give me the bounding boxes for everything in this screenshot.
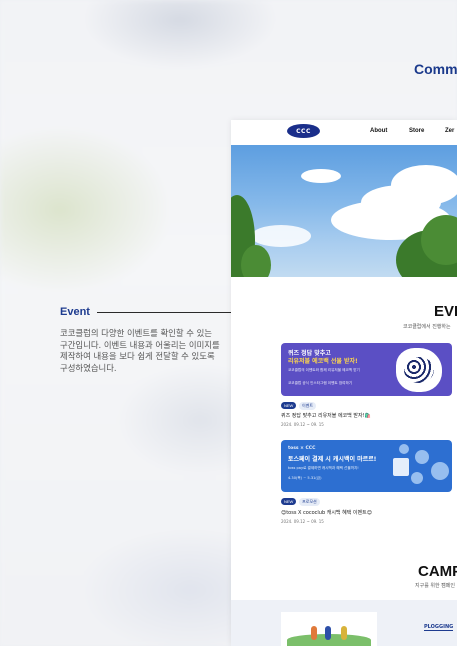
event-section-title: EVE (434, 303, 457, 320)
annotation-label: Event (60, 306, 90, 318)
event-banner-toss[interactable]: toss × CCC 토스페이 결제 시 캐시백이 마르르! toss pay로… (281, 440, 452, 492)
banner-brand: toss × CCC (288, 446, 316, 451)
banner-text: 코코클럽의 이벤트와 함께 리유저블 에코백 받기 (288, 368, 360, 372)
plogging-illustration (281, 612, 377, 646)
nav-item-about[interactable]: About (370, 128, 387, 134)
shopping-bag-image (393, 458, 409, 476)
campaign-area (231, 600, 457, 646)
banner-text: 코코클럽 공식 인스타그램 이벤트 참여하기 (288, 381, 353, 385)
banner-text: toss pay로 결제하면 캐시백과 혜택 선물까지! (288, 466, 359, 470)
new-badge: NEW (281, 498, 297, 505)
nav-item-zero[interactable]: Zer (445, 128, 454, 134)
banner-title-highlight: 리유저블 에코백 선물 받자! (288, 358, 358, 365)
section-heading-partial: Comm (414, 61, 457, 77)
event-post-date: 2024. 09.12 ~ 09. 15 (281, 422, 324, 427)
banner-date: 4.30(목) ~ 5.31(금) (288, 476, 322, 480)
event-post-title[interactable]: 😊toss X cococlub 캐시백 혜택 이벤트😊 (281, 509, 372, 516)
hero-sky-image (231, 145, 457, 277)
site-navbar: CCC About Store Zer (231, 120, 457, 143)
site-logo[interactable]: CCC (287, 124, 320, 138)
bucket-hat-image (396, 348, 442, 392)
annotation-description: 코코클럽의 다양한 이벤트를 확인할 수 있는 구간입니다. 이벤트 내용과 어… (60, 328, 220, 373)
event-post-title[interactable]: 퀴즈 정답 맞추고 리유저블 에코백 받자!🛍️ (281, 412, 371, 419)
category-badge: 이벤트 (299, 402, 317, 410)
event-post-date: 2024. 09.12 ~ 09. 15 (281, 519, 324, 524)
category-badge: 프로모션 (299, 498, 320, 506)
campaign-section-title: CAMP (418, 563, 457, 580)
event-section-subtitle: 코코클럽에서 진행하는 (403, 324, 451, 330)
plogging-link[interactable]: PLOGGING (424, 624, 454, 631)
campaign-section-subtitle: 지구를 위한 캠페인 (415, 583, 455, 589)
website-mockup: CCC About Store Zer EVE 코코클럽에서 진행하는 퀴즈 정… (231, 120, 457, 646)
banner-title: 퀴즈 정답 맞추고 (288, 350, 331, 357)
banner-title: 토스페이 결제 시 캐시백이 마르르! (288, 456, 377, 463)
event-banner-quiz[interactable]: 퀴즈 정답 맞추고 리유저블 에코백 선물 받자! 코코클럽의 이벤트와 함께 … (281, 343, 452, 396)
nav-item-store[interactable]: Store (409, 128, 424, 134)
new-badge: NEW (281, 402, 297, 409)
